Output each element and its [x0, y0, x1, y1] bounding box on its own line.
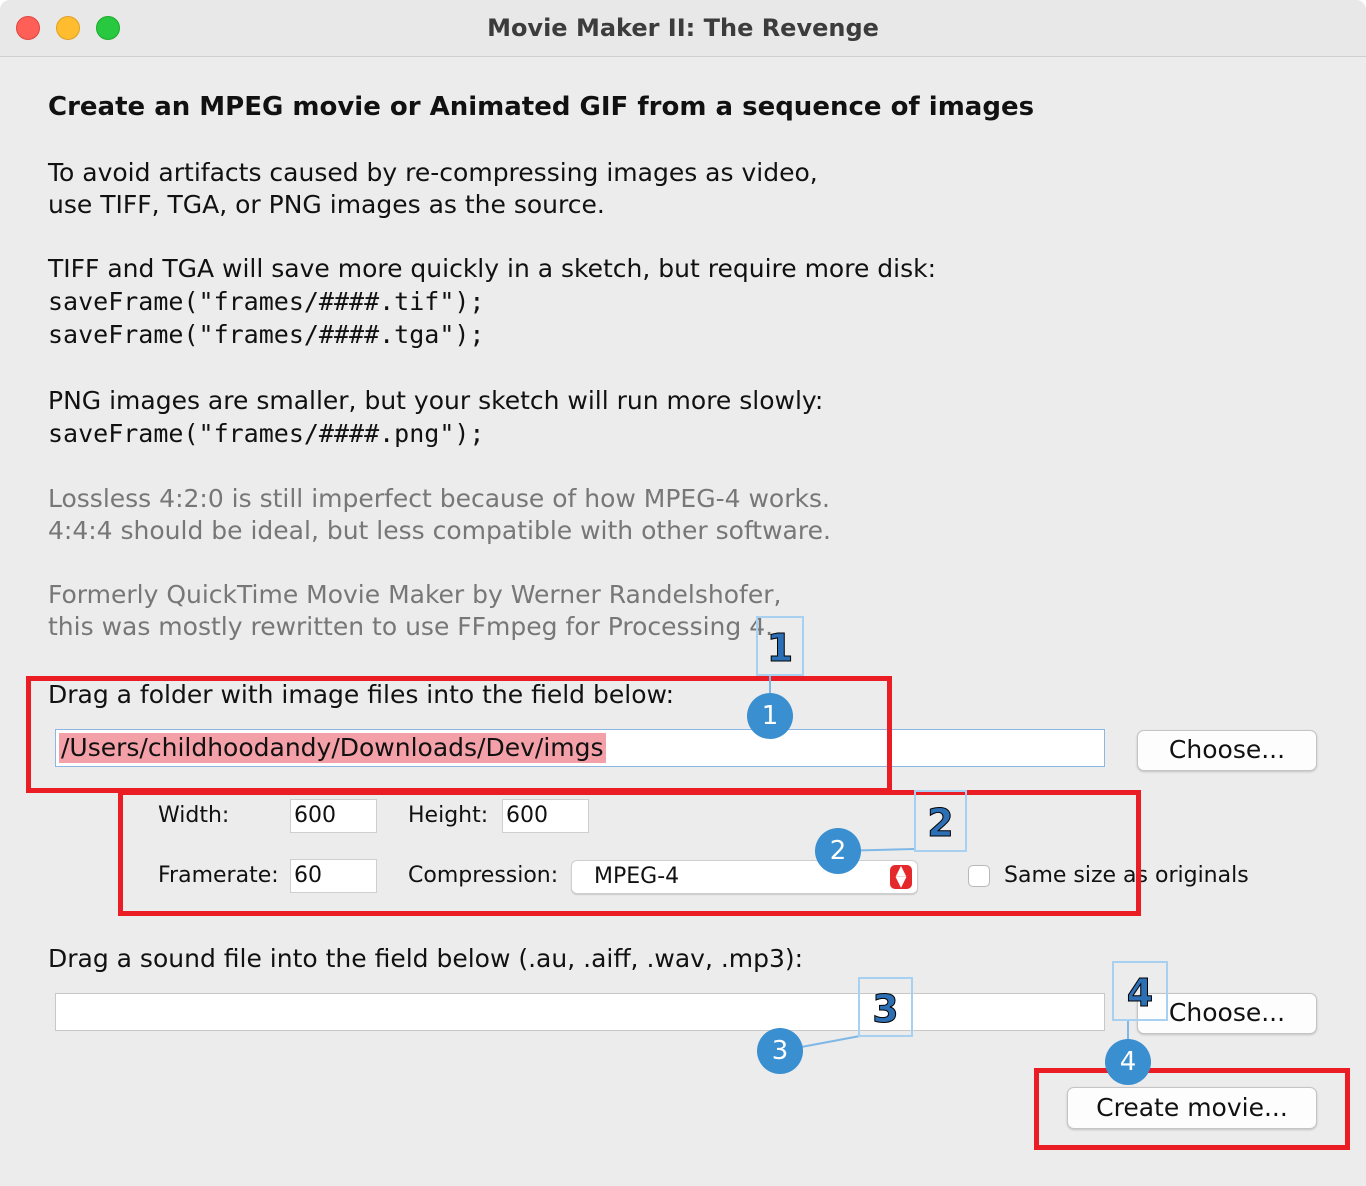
movie-maker-window: Movie Maker II: The Revenge Create an MP… [0, 0, 1366, 1186]
annotation-marker-4: 4 [1105, 1039, 1151, 1085]
annotation-label-3: 3 [858, 977, 913, 1037]
annotation-label-1: 1 [756, 616, 804, 676]
annotation-label-4: 4 [1112, 961, 1168, 1021]
annotation-marker-2: 2 [815, 828, 861, 874]
annotation-label-2: 2 [914, 790, 967, 852]
annotation-marker-1: 1 [747, 693, 793, 739]
annotation-marker-3: 3 [757, 1028, 803, 1074]
